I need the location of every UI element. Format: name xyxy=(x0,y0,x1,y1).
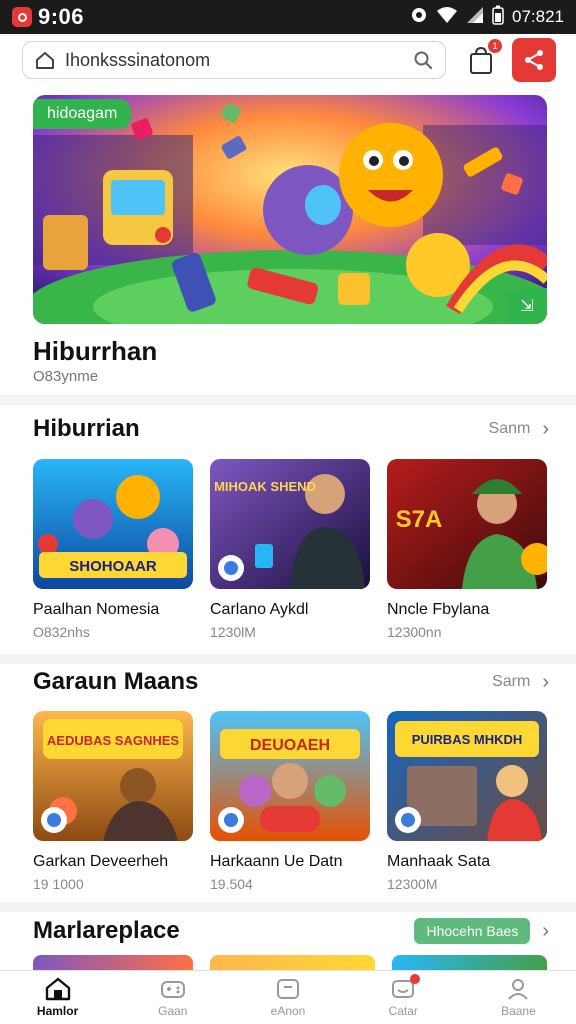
hero-artwork xyxy=(33,95,547,324)
nav-item-game[interactable]: Gaan xyxy=(115,971,230,1024)
search-bar[interactable] xyxy=(22,41,446,79)
share-icon xyxy=(525,50,543,70)
card-art-text: MIHOAK SHEND xyxy=(214,479,316,494)
hero-banner[interactable]: hidoagam ⇲ xyxy=(33,95,547,324)
home-icon[interactable] xyxy=(35,50,55,70)
share-button[interactable] xyxy=(512,38,556,82)
hero-subtitle: O83ynme xyxy=(33,368,99,385)
nav-label: Catar xyxy=(388,1004,418,1018)
play-icon[interactable] xyxy=(395,807,421,833)
status-bar: 9:06 07:821 xyxy=(0,0,576,34)
search-input[interactable] xyxy=(65,49,413,71)
game-title: Paalhan Nomesia xyxy=(33,601,160,618)
section-header: Garaun Maans Sarm › xyxy=(33,666,549,698)
play-icon[interactable] xyxy=(218,807,244,833)
game-card[interactable]: S7A Nncle Fbylana 12300nn xyxy=(387,459,547,640)
section-divider xyxy=(0,395,576,405)
game-meta: 1230lM xyxy=(210,624,256,640)
hero-tag: hidoagam xyxy=(33,99,132,129)
see-all-link[interactable]: Sanm › xyxy=(489,418,549,441)
cart-badge: 1 xyxy=(488,39,502,53)
card-art-text: SHOHOAAR xyxy=(69,558,157,575)
battery-icon xyxy=(492,5,504,30)
expand-icon[interactable]: ⇲ xyxy=(507,288,547,324)
marketplace-pill-button[interactable]: Hhocehn Baes xyxy=(414,918,531,944)
signal-icon xyxy=(466,6,484,29)
see-all-label: Sanm xyxy=(488,420,531,437)
nav-label: Hamlor xyxy=(36,1004,79,1018)
nav-item-profile[interactable]: Baane xyxy=(461,971,576,1024)
gamepad-icon xyxy=(160,977,186,1001)
section-title: Garaun Maans xyxy=(33,668,199,695)
chevron-right-icon: › xyxy=(542,670,549,693)
game-meta: O832nhs xyxy=(33,624,90,640)
nav-label: eAnon xyxy=(270,1004,306,1018)
card-art-text: DEUOAEH xyxy=(250,737,330,754)
section-title: Hiburrian xyxy=(33,415,140,442)
game-thumbnail[interactable]: DEUOAEH xyxy=(210,711,370,841)
game-card[interactable]: PUIRBAS MHKDH Manhaak Sata 12300M xyxy=(387,711,547,892)
bottom-nav: Hamlor Gaan eAnon Catar Baane xyxy=(0,970,576,1024)
app-icon xyxy=(12,7,32,27)
game-thumbnail[interactable]: SHOHOAAR xyxy=(33,459,193,589)
card-art-text: PUIRBAS MHKDH xyxy=(412,732,523,747)
play-icon[interactable] xyxy=(41,807,67,833)
game-meta: 12300nn xyxy=(387,624,442,640)
cart-button[interactable]: 1 xyxy=(466,39,502,76)
status-time: 9:06 xyxy=(38,4,85,29)
see-all-link[interactable]: Sarm › xyxy=(492,671,549,694)
wifi-icon xyxy=(436,6,458,29)
nav-item-tv[interactable]: eAnon xyxy=(230,971,345,1024)
nav-item-chat[interactable]: Catar xyxy=(346,971,461,1024)
game-card[interactable]: AEDUBAS SAGNHES Garkan Deveerheh 19 1000 xyxy=(33,711,193,892)
section-divider xyxy=(0,654,576,664)
nav-label: Gaan xyxy=(158,1004,188,1018)
game-thumbnail[interactable]: MIHOAK SHEND xyxy=(210,459,370,589)
notification-badge xyxy=(410,974,421,984)
hero-title: Hiburrhan xyxy=(33,336,158,366)
status-right-text: 07:821 xyxy=(512,7,564,26)
section-divider xyxy=(0,902,576,912)
alarm-icon xyxy=(410,6,428,29)
game-title: Garkan Deveerheh xyxy=(33,853,169,870)
chat-icon xyxy=(390,974,421,1001)
game-thumbnail[interactable]: PUIRBAS MHKDH xyxy=(387,711,547,841)
tv-icon xyxy=(275,977,301,1001)
play-icon[interactable] xyxy=(218,555,244,581)
profile-icon xyxy=(505,977,531,1001)
game-title: Harkaann Ue Datn xyxy=(210,853,343,870)
top-bar: 1 xyxy=(0,34,576,90)
home-icon xyxy=(45,977,71,1001)
chevron-right-icon[interactable]: › xyxy=(542,920,549,943)
game-title: Nncle Fbylana xyxy=(387,601,490,618)
game-thumbnail[interactable]: S7A xyxy=(387,459,547,589)
nav-label: Baane xyxy=(501,1004,536,1018)
card-art-text: AEDUBAS SAGNHES xyxy=(47,733,180,748)
game-thumbnail[interactable]: AEDUBAS SAGNHES xyxy=(33,711,193,841)
game-card[interactable]: SHOHOAAR Paalhan Nomesia O832nhs xyxy=(33,459,193,640)
game-card[interactable]: MIHOAK SHEND Carlano Aykdl 1230lM xyxy=(210,459,370,640)
game-title: Manhaak Sata xyxy=(387,853,491,870)
section-header: Marlareplace Hhocehn Baes › xyxy=(33,915,549,947)
card-art-text: S7A xyxy=(396,506,443,533)
chevron-right-icon: › xyxy=(542,417,549,440)
game-meta: 12300M xyxy=(387,876,438,892)
game-title: Carlano Aykdl xyxy=(210,601,309,618)
section-header: Hiburrian Sanm › xyxy=(33,413,549,445)
see-all-label: Sarm xyxy=(492,673,531,690)
game-meta: 19 1000 xyxy=(33,876,84,892)
search-icon[interactable] xyxy=(413,50,433,70)
game-card[interactable]: DEUOAEH Harkaann Ue Datn 19.504 xyxy=(210,711,370,892)
nav-item-home[interactable]: Hamlor xyxy=(0,971,115,1024)
section-title: Marlareplace xyxy=(33,917,180,944)
game-meta: 19.504 xyxy=(210,876,253,892)
